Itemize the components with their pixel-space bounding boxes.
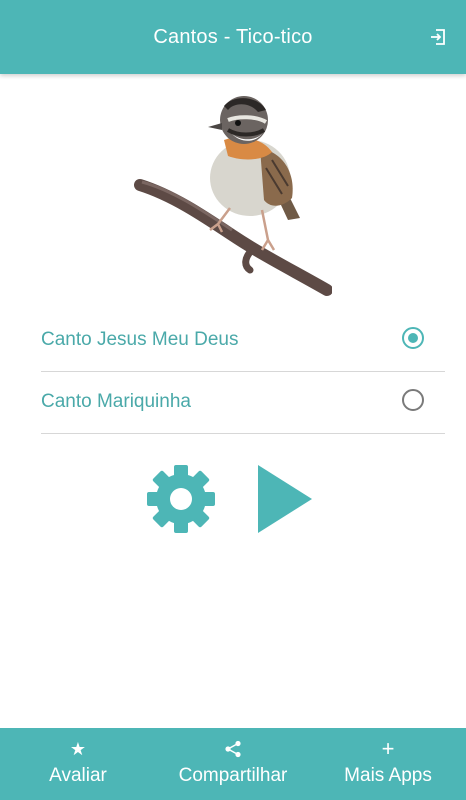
plus-icon: + xyxy=(381,736,395,761)
rate-button[interactable]: ★ Avaliar xyxy=(36,728,120,800)
rate-label: Avaliar xyxy=(49,765,107,786)
exit-button[interactable] xyxy=(428,27,448,47)
share-label: Compartilhar xyxy=(178,765,288,786)
share-icon xyxy=(225,740,241,758)
more-apps-label: Mais Apps xyxy=(344,765,432,786)
bird-on-branch-picture xyxy=(134,96,333,296)
exit-icon xyxy=(431,29,445,45)
star-icon: ★ xyxy=(69,739,87,759)
option-label: Canto Jesus Meu Deus xyxy=(41,329,239,350)
more-apps-button[interactable]: + Mais Apps xyxy=(334,728,442,800)
radio-unselected[interactable] xyxy=(402,389,424,411)
bottom-nav: ★ Avaliar Compartilhar + Mais Apps xyxy=(0,728,466,800)
option-canto-jesus-meu-deus[interactable]: Canto Jesus Meu Deus xyxy=(41,309,445,372)
settings-button[interactable] xyxy=(146,464,216,534)
option-label: Canto Mariquinha xyxy=(41,391,191,412)
share-button[interactable]: Compartilhar xyxy=(166,728,300,800)
option-canto-mariquinha[interactable]: Canto Mariquinha xyxy=(41,371,445,434)
gear-icon xyxy=(147,465,215,533)
bird-image xyxy=(132,90,333,300)
radio-selected[interactable] xyxy=(402,327,424,349)
radio-dot xyxy=(408,333,418,343)
app-title: Cantos - Tico-tico xyxy=(153,25,313,48)
app-bar: Cantos - Tico-tico xyxy=(0,0,466,74)
play-icon xyxy=(258,465,312,533)
play-button[interactable] xyxy=(256,464,314,534)
